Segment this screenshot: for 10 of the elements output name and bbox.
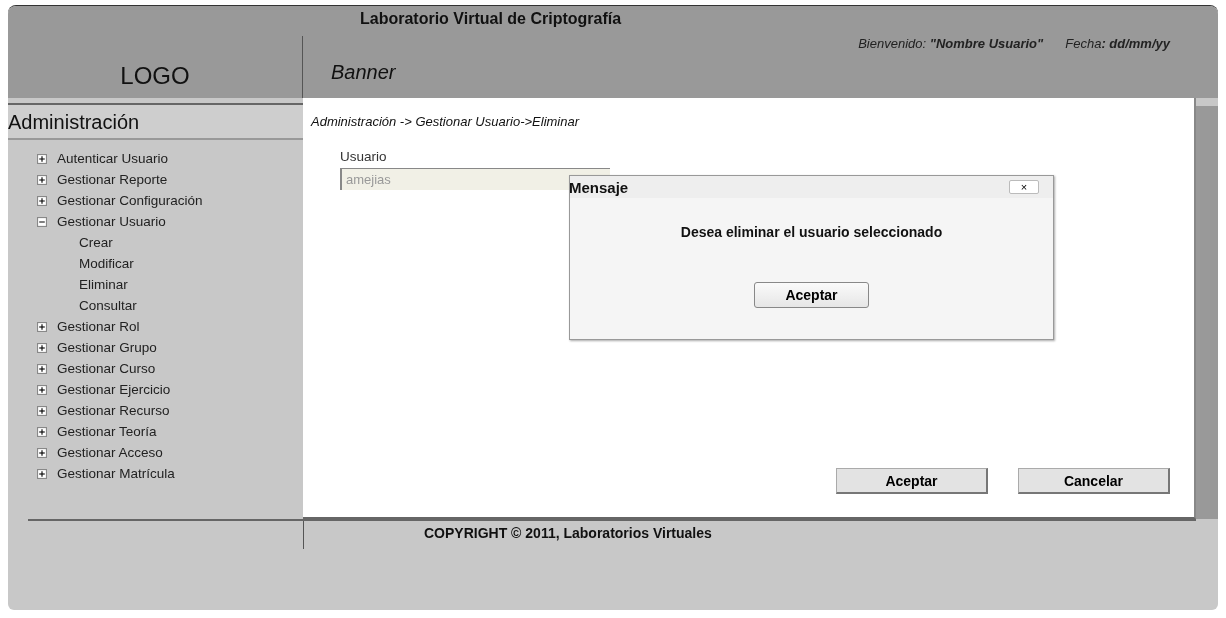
date-text: Fecha: dd/mm/yy bbox=[1065, 36, 1170, 51]
breadcrumb: Administración -> Gestionar Usuario->Eliminar bbox=[309, 113, 581, 129]
field-label: Usuario bbox=[340, 149, 388, 164]
banner-text: Banner bbox=[331, 61, 397, 84]
dialog-message: Desea eliminar el usuario seleccionado bbox=[679, 224, 944, 240]
site-title: Laboratorio Virtual de Criptografía bbox=[360, 10, 622, 28]
logo: LOGO bbox=[120, 62, 190, 90]
welcome-text: Bienvenido: "Nombre Usuario" bbox=[858, 36, 1044, 51]
sidebar-title: Administración bbox=[8, 103, 303, 140]
copyright-text: COPYRIGHT © 2011, Laboratorios Virtuales bbox=[424, 525, 712, 541]
